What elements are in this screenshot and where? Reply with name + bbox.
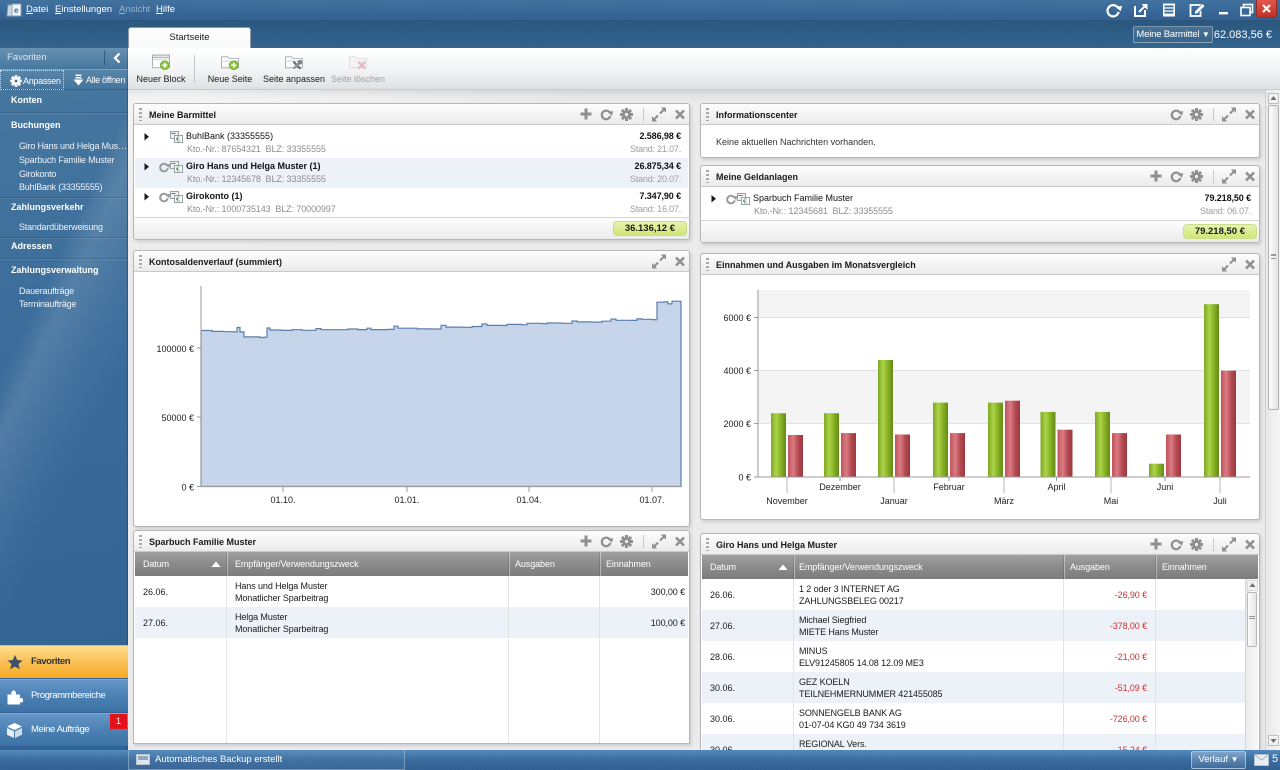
svg-text:01.07.: 01.07. [639,495,664,505]
svg-text:6000 €: 6000 € [723,313,751,323]
svg-text:01.01.: 01.01. [394,495,419,505]
svg-text:01.04.: 01.04. [516,495,541,505]
svg-text:Januar: Januar [880,496,908,506]
svg-text:4000 €: 4000 € [723,366,751,376]
svg-text:0 €: 0 € [738,473,751,483]
svg-text:2000 €: 2000 € [723,419,751,429]
svg-text:€: € [176,197,180,204]
svg-text:€: € [743,199,747,206]
svg-text:Juni: Juni [1157,482,1174,492]
svg-text:November: November [766,496,808,506]
svg-text:0 €: 0 € [181,483,194,493]
svg-text:Mai: Mai [1104,496,1119,506]
svg-text:100000 €: 100000 € [156,344,194,354]
svg-text:Februar: Februar [933,482,965,492]
svg-text:€: € [176,167,180,174]
svg-text:Dezember: Dezember [819,482,861,492]
svg-text:April: April [1047,482,1065,492]
svg-text:50000 €: 50000 € [161,413,194,423]
svg-text:März: März [994,496,1014,506]
svg-text:01.10.: 01.10. [270,495,295,505]
svg-text:Juli: Juli [1213,496,1227,506]
svg-text:€: € [176,137,180,144]
svg-text:e: e [14,6,19,15]
